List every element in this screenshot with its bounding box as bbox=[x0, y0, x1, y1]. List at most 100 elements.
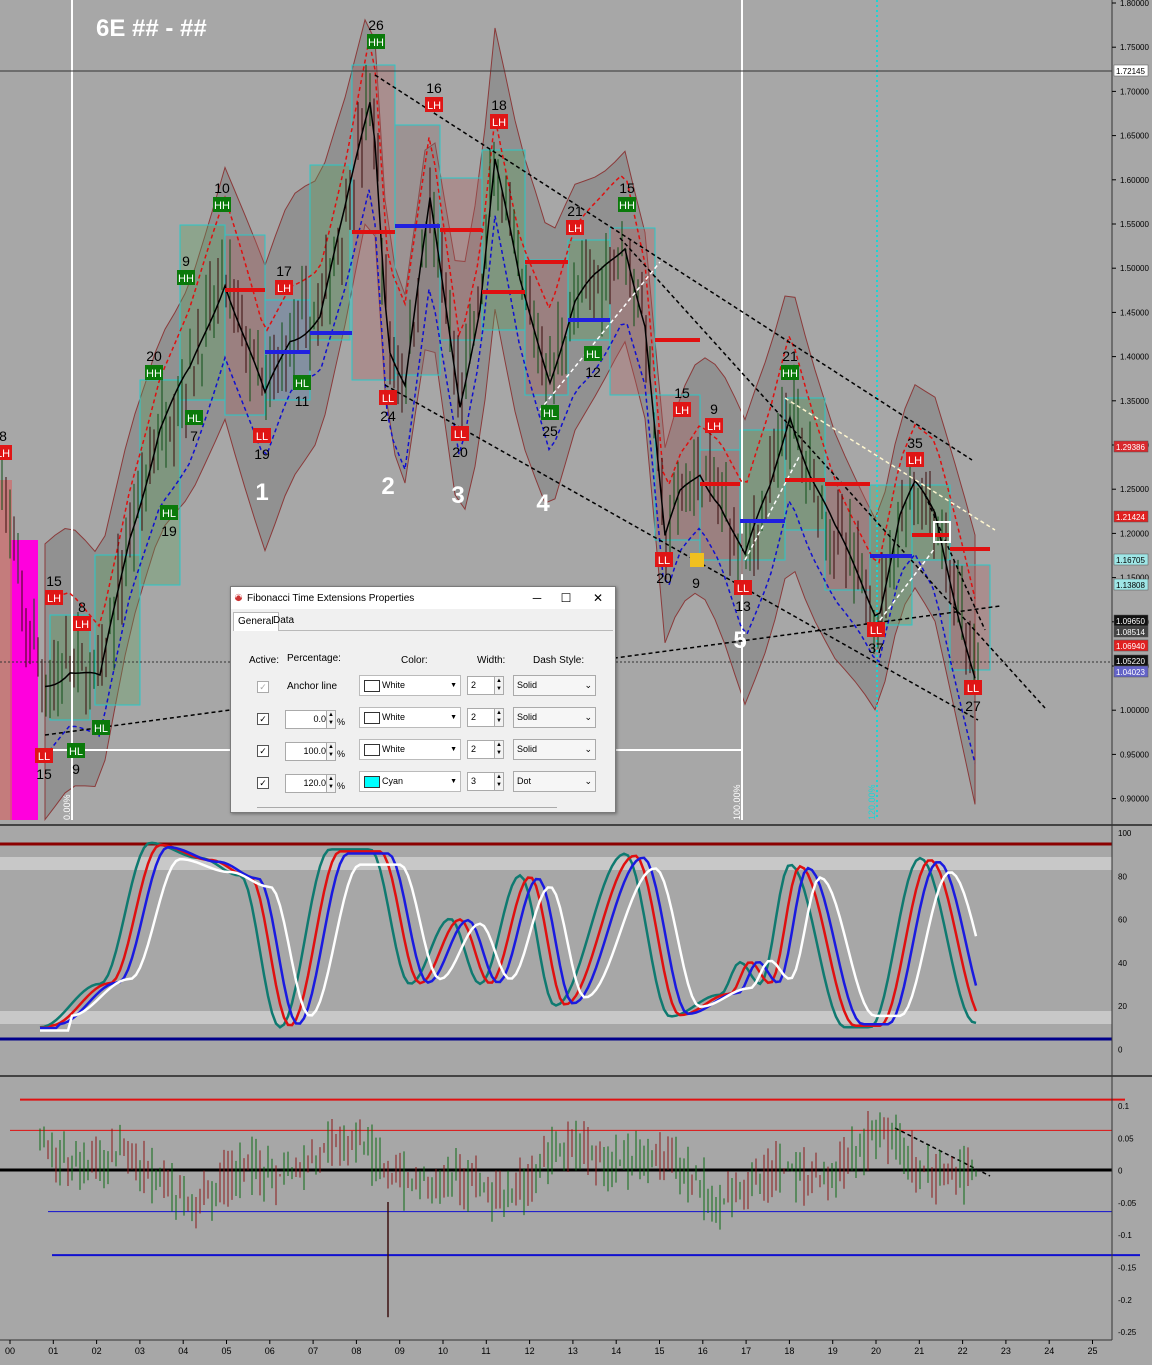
fib-time-extensions-dialog[interactable]: Fibonacci Time Extensions Properties ─ ☐… bbox=[230, 586, 616, 813]
fib-percent-label: 120.00% bbox=[867, 784, 877, 820]
chevron-down-icon: ⌄ bbox=[584, 776, 592, 786]
hist-tick-label: 0 bbox=[1118, 1167, 1123, 1176]
width-spinner[interactable]: ▲ ▼ bbox=[494, 676, 504, 695]
percentage-input[interactable]: 120.0 bbox=[285, 774, 329, 793]
swing-tag: LH bbox=[707, 421, 721, 433]
price-tick-label: 1.25000 bbox=[1120, 485, 1149, 494]
color-select[interactable]: White ▼ bbox=[359, 739, 461, 760]
chevron-down-icon: ⌄ bbox=[584, 744, 592, 754]
width-spinner[interactable]: ▲ ▼ bbox=[494, 740, 504, 759]
osc-tick-label: 60 bbox=[1118, 916, 1127, 925]
time-tick-label: 10 bbox=[438, 1346, 448, 1356]
width-input[interactable]: 2 bbox=[467, 676, 496, 695]
swing-number: 20 bbox=[656, 570, 672, 586]
percentage-input[interactable]: 0.0 bbox=[285, 710, 329, 729]
time-tick-label: 12 bbox=[525, 1346, 535, 1356]
price-tick-label: 1.35000 bbox=[1120, 397, 1149, 406]
hist-tick-label: 0.05 bbox=[1118, 1134, 1134, 1143]
time-tick-label: 22 bbox=[958, 1346, 968, 1356]
color-swatch bbox=[364, 712, 380, 724]
active-checkbox[interactable]: ✓ bbox=[257, 777, 269, 789]
price-tick-label: 1.55000 bbox=[1120, 220, 1149, 229]
swing-tag: HL bbox=[586, 349, 600, 361]
swing-tag: LH bbox=[0, 448, 10, 460]
swing-number: 15 bbox=[674, 385, 690, 401]
price-marker-label: 1.04023 bbox=[1116, 668, 1145, 677]
time-tick-label: 01 bbox=[48, 1346, 58, 1356]
width-spinner[interactable]: ▲ ▼ bbox=[494, 772, 504, 791]
level-row-0: ✓ 0.0 ▲ ▼ % White ▼ 2 ▲ ▼ Solid ⌄ bbox=[233, 707, 613, 735]
price-marker-label: 1.72145 bbox=[1116, 67, 1145, 76]
dialog-tabs: General Data bbox=[233, 612, 613, 631]
dialog-titlebar[interactable]: Fibonacci Time Extensions Properties ─ ☐… bbox=[231, 587, 615, 609]
swing-number: 7 bbox=[190, 428, 198, 444]
dropdown-arrow-icon: ▼ bbox=[450, 714, 457, 721]
time-tick-label: 23 bbox=[1001, 1346, 1011, 1356]
wave-number: 2 bbox=[381, 473, 394, 500]
dash-style-value: Solid bbox=[517, 680, 538, 690]
percentage-spinner[interactable]: ▲ ▼ bbox=[326, 742, 336, 761]
wave-number: 4 bbox=[536, 490, 550, 517]
width-spinner[interactable]: ▲ ▼ bbox=[494, 708, 504, 727]
percent-symbol: % bbox=[337, 717, 346, 727]
close-button[interactable]: ✕ bbox=[583, 589, 613, 607]
percentage-spinner[interactable]: ▲ ▼ bbox=[326, 710, 336, 729]
level-row-100: ✓ 100.0 ▲ ▼ % White ▼ 2 ▲ ▼ Solid ⌄ bbox=[233, 739, 613, 767]
width-input[interactable]: 2 bbox=[467, 740, 496, 759]
time-tick-label: 25 bbox=[1088, 1346, 1098, 1356]
osc-tick-label: 40 bbox=[1118, 959, 1127, 968]
time-tick-label: 21 bbox=[914, 1346, 924, 1356]
swing-number: 35 bbox=[907, 435, 923, 451]
width-input[interactable]: 2 bbox=[467, 708, 496, 727]
time-tick-label: 03 bbox=[135, 1346, 145, 1356]
swing-number: 10 bbox=[214, 180, 230, 196]
swing-tag: LL bbox=[382, 393, 394, 405]
osc-tick-label: 100 bbox=[1118, 829, 1132, 838]
next-row-partial bbox=[257, 807, 557, 812]
time-tick-label: 15 bbox=[655, 1346, 665, 1356]
swing-tag: HH bbox=[619, 200, 635, 212]
chevron-down-icon: ⌄ bbox=[584, 712, 592, 722]
swing-number: 21 bbox=[567, 203, 583, 219]
dropdown-arrow-icon: ▼ bbox=[450, 746, 457, 753]
dash-style-select[interactable]: Solid ⌄ bbox=[513, 675, 596, 696]
time-tick-label: 24 bbox=[1044, 1346, 1054, 1356]
tab-data[interactable]: Data bbox=[269, 612, 298, 629]
active-checkbox[interactable]: ✓ bbox=[257, 713, 269, 725]
dash-style-select[interactable]: Dot ⌄ bbox=[513, 771, 596, 792]
dash-style-select[interactable]: Solid ⌄ bbox=[513, 707, 596, 728]
swing-tag: HL bbox=[94, 723, 108, 735]
hist-tick-label: -0.25 bbox=[1118, 1328, 1137, 1337]
active-checkbox[interactable]: ✓ bbox=[257, 681, 269, 693]
swing-tag: LH bbox=[427, 100, 441, 112]
percentage-spinner[interactable]: ▲ ▼ bbox=[326, 774, 336, 793]
swing-tag: LL bbox=[454, 429, 466, 441]
price-tick-label: 1.45000 bbox=[1120, 308, 1149, 317]
level-row-anchor: ✓ Anchor line White ▼ 2 ▲ ▼ Solid ⌄ bbox=[233, 675, 613, 703]
time-tick-label: 16 bbox=[698, 1346, 708, 1356]
price-tick-label: 1.75000 bbox=[1120, 43, 1149, 52]
price-tick-label: 1.80000 bbox=[1120, 0, 1149, 8]
percentage-input[interactable]: 100.0 bbox=[285, 742, 329, 761]
swing-number: 24 bbox=[380, 408, 396, 424]
hist-tick-label: -0.2 bbox=[1118, 1296, 1132, 1305]
swing-number: 37 bbox=[868, 640, 884, 656]
swing-tag: LH bbox=[492, 117, 506, 129]
color-name: White bbox=[382, 680, 406, 690]
active-checkbox[interactable]: ✓ bbox=[257, 745, 269, 757]
color-select[interactable]: White ▼ bbox=[359, 675, 461, 696]
swing-tag: LH bbox=[568, 223, 582, 235]
level-row-120: ✓ 120.0 ▲ ▼ % Cyan ▼ 3 ▲ ▼ Dot ⌄ bbox=[233, 771, 613, 799]
time-tick-label: 05 bbox=[222, 1346, 232, 1356]
dash-style-value: Solid bbox=[517, 712, 538, 722]
dash-style-value: Dot bbox=[517, 776, 532, 786]
dialog-body: Active: Percentage: Color: Width: Dash S… bbox=[233, 631, 613, 812]
maximize-button[interactable]: ☐ bbox=[551, 589, 581, 607]
minimize-button[interactable]: ─ bbox=[522, 589, 552, 607]
dash-style-select[interactable]: Solid ⌄ bbox=[513, 739, 596, 760]
wave-number: 5 bbox=[733, 627, 746, 654]
color-select[interactable]: White ▼ bbox=[359, 707, 461, 728]
width-input[interactable]: 3 bbox=[467, 772, 496, 791]
swing-tag: LL bbox=[870, 625, 882, 637]
color-select[interactable]: Cyan ▼ bbox=[359, 771, 461, 792]
